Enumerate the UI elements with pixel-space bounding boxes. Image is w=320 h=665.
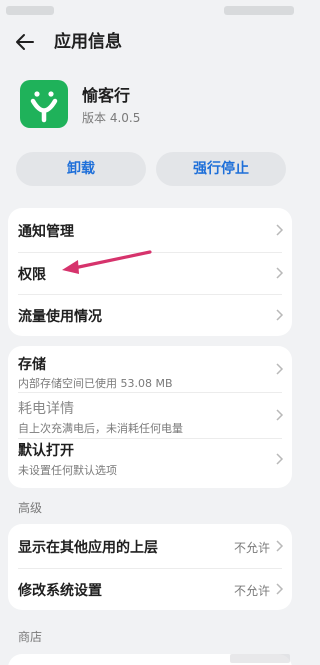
display-over-apps-value: 不允许 bbox=[233, 541, 270, 555]
chevron-right-icon bbox=[276, 224, 284, 236]
battery-details-row[interactable]: 耗电详情 自上次充满电后，未消耗任何电量 bbox=[8, 392, 292, 438]
app-header: 愉客行 版本 4.0.5 bbox=[0, 80, 300, 132]
modify-system-settings-label: 修改系统设置 bbox=[18, 583, 102, 599]
data-usage-row[interactable]: 流量使用情况 bbox=[8, 294, 292, 336]
section-label-advanced: 高级 bbox=[18, 501, 43, 515]
display-over-apps-label: 显示在其他应用的上层 bbox=[18, 540, 158, 556]
app-info-screen: 应用信息 愉客行 版本 4.0.5 卸载 强行停止 通知管理 权限 流量使用情况 bbox=[0, 0, 300, 665]
top-bar: 应用信息 bbox=[0, 24, 300, 60]
permissions-row[interactable]: 权限 bbox=[8, 252, 292, 294]
app-version: 版本 4.0.5 bbox=[82, 111, 141, 125]
chevron-right-icon bbox=[276, 453, 284, 465]
permissions-label: 权限 bbox=[18, 267, 46, 283]
app-name: 愉客行 bbox=[82, 86, 131, 105]
storage-row[interactable]: 存储 内部存储空间已使用 53.08 MB bbox=[8, 346, 292, 392]
uninstall-button[interactable]: 卸载 bbox=[16, 152, 146, 186]
modify-system-settings-value: 不允许 bbox=[233, 584, 270, 598]
notification-management-row[interactable]: 通知管理 bbox=[8, 208, 292, 252]
status-bar-right-blur bbox=[224, 6, 294, 15]
chevron-right-icon bbox=[276, 363, 284, 375]
battery-details-text: 自上次充满电后，未消耗任何电量 bbox=[18, 422, 183, 435]
arrow-left-icon bbox=[16, 34, 34, 50]
default-open-text: 未设置任何默认选项 bbox=[18, 464, 117, 477]
default-open-row[interactable]: 默认打开 未设置任何默认选项 bbox=[8, 438, 292, 488]
section-label-store: 商店 bbox=[18, 630, 43, 644]
data-usage-label: 流量使用情况 bbox=[18, 309, 102, 325]
advanced-card: 显示在其他应用的上层 不允许 修改系统设置 不允许 bbox=[8, 524, 292, 610]
force-stop-button[interactable]: 强行停止 bbox=[156, 152, 286, 186]
chevron-right-icon bbox=[276, 409, 284, 421]
status-bar bbox=[0, 0, 300, 24]
default-open-label: 默认打开 bbox=[18, 443, 74, 459]
storage-label: 存储 bbox=[18, 357, 46, 373]
app-logo-icon bbox=[20, 80, 68, 128]
battery-details-label: 耗电详情 bbox=[18, 401, 74, 417]
status-bar-left-blur bbox=[6, 6, 54, 15]
chevron-right-icon bbox=[276, 267, 284, 279]
modify-system-settings-row[interactable]: 修改系统设置 不允许 bbox=[8, 568, 292, 610]
display-over-apps-row[interactable]: 显示在其他应用的上层 不允许 bbox=[8, 524, 292, 568]
notification-management-label: 通知管理 bbox=[18, 224, 74, 240]
page-title: 应用信息 bbox=[54, 32, 122, 52]
storage-card: 存储 内部存储空间已使用 53.08 MB 耗电详情 自上次充满电后，未消耗任何… bbox=[8, 346, 292, 488]
chevron-right-icon bbox=[276, 583, 284, 595]
storage-usage-text: 内部存储空间已使用 53.08 MB bbox=[18, 377, 173, 390]
back-button[interactable] bbox=[12, 29, 38, 55]
chevron-right-icon bbox=[276, 540, 284, 552]
app-settings-card: 通知管理 权限 流量使用情况 bbox=[8, 208, 292, 336]
bottom-corner-blur bbox=[230, 654, 290, 663]
chevron-right-icon bbox=[276, 309, 284, 321]
